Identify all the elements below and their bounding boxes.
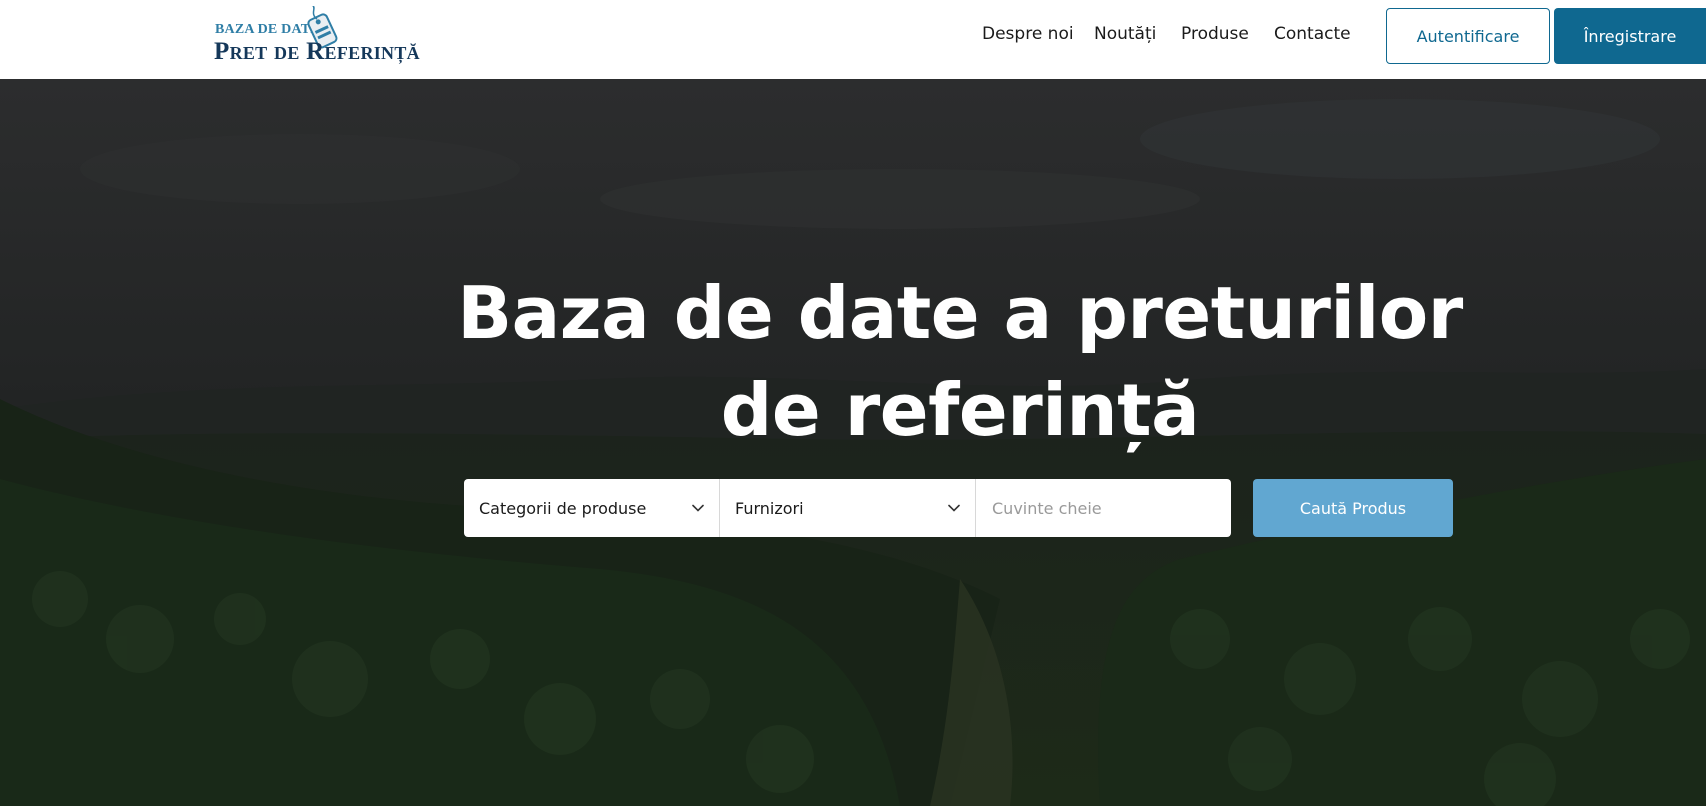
register-button[interactable]: Înregistrare — [1554, 8, 1706, 64]
logo-title: Pret de Referință — [214, 38, 420, 65]
supplier-select-value: Furnizori — [735, 498, 804, 518]
page: BAZA DE DATE Pret de Referință Despre no… — [0, 0, 1706, 806]
search-product-button[interactable]: Caută Produs — [1253, 479, 1453, 537]
supplier-select[interactable]: Furnizori — [720, 479, 976, 537]
search-bar: Categorii de produse Furnizori — [464, 479, 1231, 537]
hero-section: Baza de date a preturilor de referință C… — [0, 79, 1706, 806]
site-header: BAZA DE DATE Pret de Referință Despre no… — [0, 0, 1706, 79]
category-select-value: Categorii de produse — [479, 498, 647, 518]
hero-title-line2: de referință — [720, 368, 1200, 452]
hero-title: Baza de date a preturilor de referință — [420, 265, 1500, 459]
keywords-input[interactable] — [976, 479, 1231, 537]
hero-title-line1: Baza de date a preturilor — [457, 271, 1463, 355]
category-select[interactable]: Categorii de produse — [464, 479, 720, 537]
site-logo[interactable]: BAZA DE DATE Pret de Referință — [212, 6, 452, 70]
chevron-down-icon — [948, 504, 960, 512]
nav-contacte[interactable]: Contacte — [1274, 24, 1351, 44]
nav-despre-noi[interactable]: Despre noi — [982, 24, 1074, 44]
chevron-down-icon — [692, 504, 704, 512]
nav-produse[interactable]: Produse — [1181, 24, 1249, 44]
nav-noutati[interactable]: Noutăți — [1094, 24, 1156, 44]
login-button[interactable]: Autentificare — [1386, 8, 1550, 64]
